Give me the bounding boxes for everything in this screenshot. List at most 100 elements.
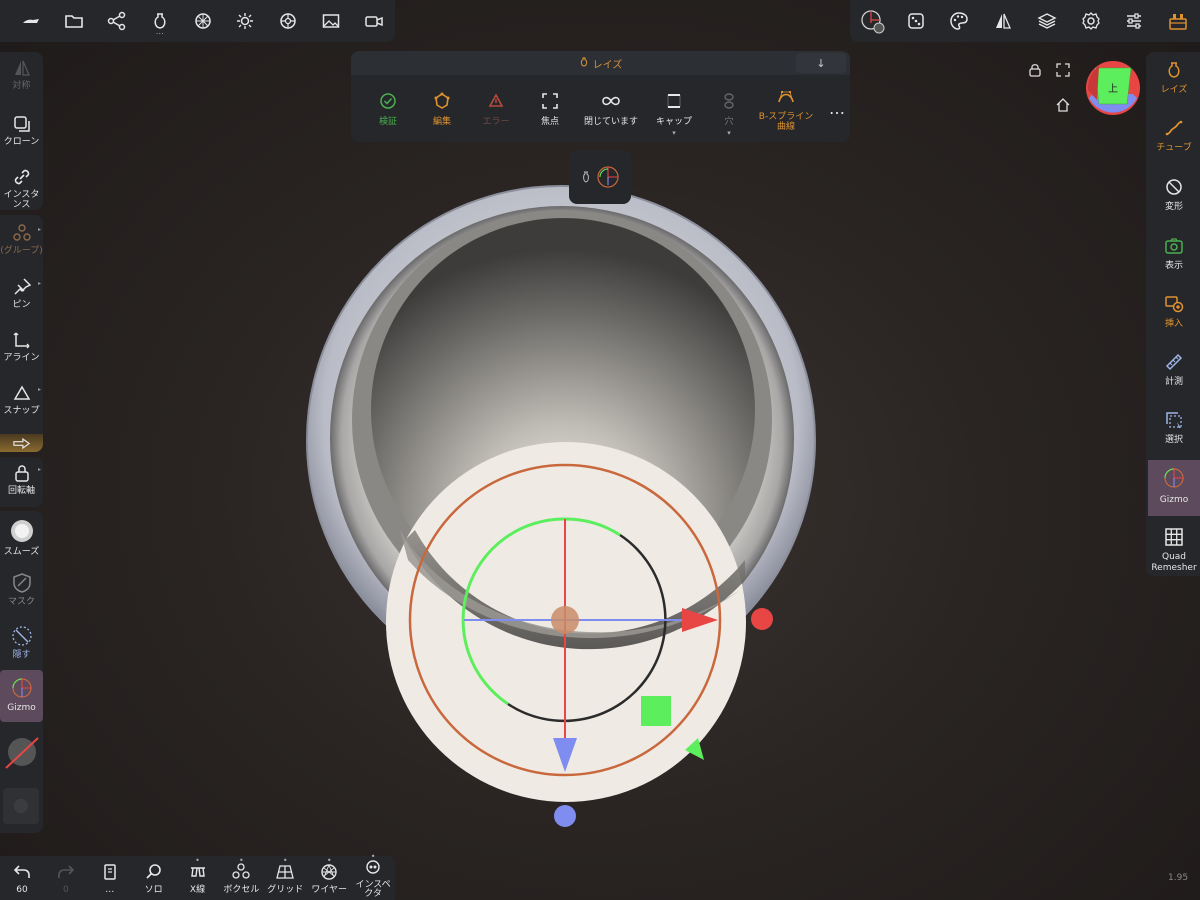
left-item-mask[interactable]: マスク [0, 572, 43, 607]
right-item-measure[interactable]: 計測 [1148, 352, 1200, 388]
left-item-hide[interactable]: 隠す [0, 625, 43, 660]
right-item-transform[interactable]: 変形 [1148, 177, 1200, 213]
history-label: … [105, 884, 115, 895]
settings-gear-icon[interactable] [1071, 0, 1111, 42]
gizmo-settings-icon[interactable] [852, 0, 892, 42]
right-item-insert[interactable]: 挿入 [1148, 294, 1200, 330]
undo-icon [13, 864, 30, 878]
image-icon[interactable] [309, 0, 352, 42]
gizmo-x-handle[interactable] [751, 608, 773, 630]
right-item-view[interactable]: 表示 [1148, 236, 1200, 272]
undo-button[interactable]: 60 [0, 862, 44, 895]
cap-button[interactable]: キャップ ▾ [645, 91, 703, 137]
hole-icon [724, 92, 734, 109]
left-item-clone[interactable]: クローン [0, 114, 43, 147]
validate-button[interactable]: 検証 [361, 91, 415, 127]
top-left-toolbar: … [0, 0, 395, 42]
left-item-pivot-label: 回転軸 [7, 486, 35, 496]
more-button[interactable]: … [817, 99, 857, 118]
right-item-gizmo[interactable]: Gizmo [1148, 460, 1200, 516]
left-item-snap[interactable]: スナップ ▸ [0, 383, 43, 416]
hole-label: 穴 [724, 116, 734, 127]
left-item-align[interactable]: アライン [0, 330, 43, 363]
cap-chevron: ▾ [672, 128, 676, 137]
toolbox-icon[interactable] [1158, 0, 1198, 42]
left-item-clone-label: クローン [3, 137, 40, 147]
top-right-toolbar [850, 0, 1200, 42]
grid-button[interactable]: • グリッド [263, 856, 307, 895]
right-item-tube[interactable]: チューブ [1148, 118, 1200, 154]
gizmo-plane-handle[interactable] [641, 696, 671, 726]
right-item-quad-remesher[interactable]: Quad Remesher [1148, 527, 1200, 574]
vase-icon[interactable]: … [138, 0, 181, 42]
vase-icon [579, 56, 589, 70]
left-item-group[interactable]: (グループ) ▸ [0, 223, 43, 256]
left-item-group-arrow: ▸ [37, 226, 41, 233]
error-button[interactable]: エラー [469, 91, 523, 127]
lock-icon [14, 465, 29, 482]
matcap-indicator[interactable] [3, 788, 39, 824]
right-item-select[interactable]: 選択 [1148, 410, 1200, 446]
dice-icon[interactable] [896, 0, 936, 42]
right-item-lathe[interactable]: レイズ [1148, 60, 1200, 96]
material-off-indicator[interactable] [2, 732, 42, 772]
history-button[interactable]: … [88, 862, 132, 895]
pin-icon [13, 278, 31, 295]
view-cube[interactable]: 上 [1085, 60, 1141, 116]
left-item-pivot-arrow: ▸ [37, 466, 41, 473]
focus-button[interactable]: 焦点 [523, 91, 577, 127]
nomad-logo-icon[interactable] [10, 0, 53, 42]
edit-button[interactable]: 編集 [415, 91, 469, 127]
layers-icon[interactable] [1027, 0, 1067, 42]
left-item-pin[interactable]: ピン ▸ [0, 277, 43, 310]
postprocess-icon[interactable] [267, 0, 310, 42]
right-item-transform-label: 変形 [1164, 202, 1183, 212]
hole-button[interactable]: 穴 ▾ [703, 91, 755, 137]
download-button[interactable]: ↓ [796, 53, 846, 73]
left-item-gizmo[interactable]: Gizmo [0, 670, 43, 722]
xray-dot: • [195, 855, 200, 865]
left-item-smooth[interactable]: スムーズ [0, 518, 43, 557]
left-item-pivot[interactable]: 回転軸 ▸ [0, 463, 43, 496]
sliders-icon[interactable] [1114, 0, 1154, 42]
camera-icon[interactable] [352, 0, 395, 42]
voxel-dot: • [239, 855, 244, 865]
light-icon[interactable] [224, 0, 267, 42]
scene-graph-icon[interactable] [96, 0, 139, 42]
validate-label: 検証 [378, 116, 397, 127]
symmetry-icon[interactable] [983, 0, 1023, 42]
check-circle-icon [380, 92, 396, 109]
closed-toggle[interactable]: 閉じています [577, 91, 645, 127]
grid-dot: • [282, 855, 288, 865]
focus-icon [542, 92, 558, 109]
voxel-label: ボクセル [223, 884, 260, 895]
sphere-icon[interactable] [181, 0, 224, 42]
gizmo-chip[interactable] [569, 150, 631, 204]
solo-label: ソロ [144, 884, 163, 895]
inspector-button[interactable]: • インスペクタ [351, 852, 395, 899]
left-item-snap-indicator[interactable] [0, 434, 43, 452]
redo-button[interactable]: 0 [44, 862, 88, 895]
fullscreen-icon[interactable] [1056, 62, 1070, 81]
solo-button[interactable]: ソロ [132, 862, 176, 895]
voxel-button[interactable]: • ボクセル [219, 856, 263, 895]
bspline-button[interactable]: B-スプライン曲線 [755, 86, 817, 132]
wireframe-button[interactable]: • ワイヤー [307, 856, 351, 895]
focus-label: 焦点 [540, 116, 559, 127]
right-item-measure-label: 計測 [1164, 377, 1183, 387]
vase-dots: … [155, 27, 164, 36]
palette-icon[interactable] [939, 0, 979, 42]
left-item-gizmo-label: Gizmo [7, 703, 36, 713]
lock-view-icon[interactable] [1028, 62, 1042, 81]
folder-icon[interactable] [53, 0, 96, 42]
left-item-symmetry[interactable]: 対称 [0, 58, 43, 91]
left-item-pin-label: ピン [12, 300, 31, 310]
vase-icon [1168, 62, 1180, 78]
gizmo-z-handle[interactable] [554, 805, 576, 827]
ruler-icon [1165, 353, 1183, 371]
xray-button[interactable]: • X線 [176, 856, 220, 895]
gizmo-center[interactable] [551, 606, 579, 634]
home-view-icon[interactable] [1056, 97, 1070, 116]
inspector-label: インスペクタ [355, 879, 391, 899]
left-item-instance[interactable]: インスタンス [0, 167, 43, 210]
